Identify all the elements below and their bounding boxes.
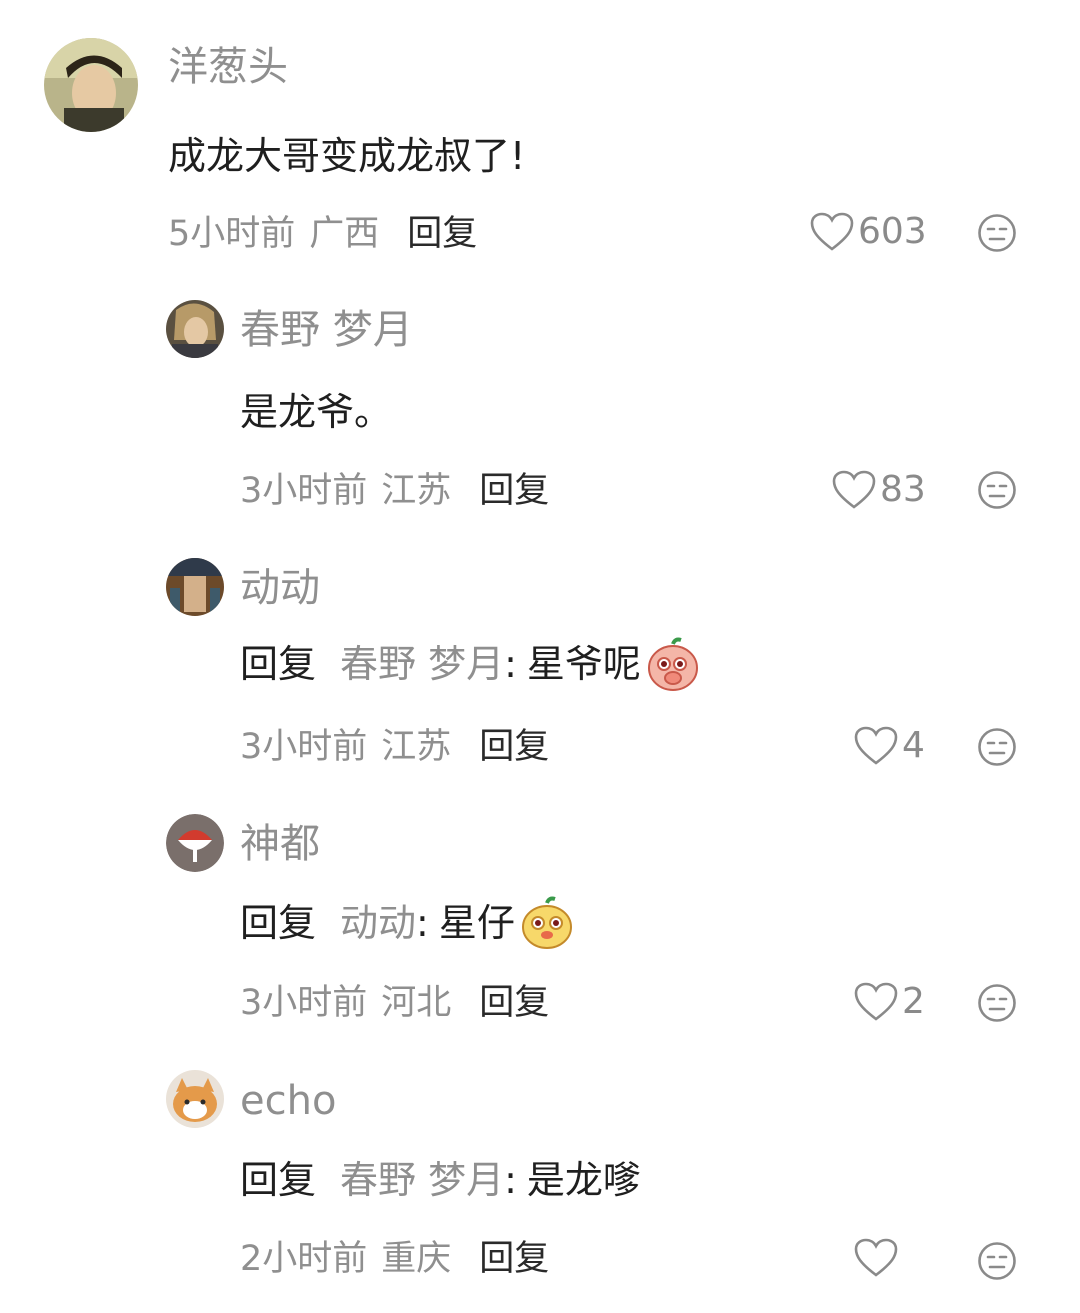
username[interactable]: echo bbox=[240, 1081, 336, 1121]
reply-colon: : bbox=[416, 901, 429, 945]
reply-target-username[interactable]: 春野 梦月 bbox=[340, 645, 504, 683]
heart-outline-icon bbox=[854, 726, 898, 765]
avatar[interactable] bbox=[44, 38, 138, 132]
heart-outline-icon bbox=[854, 982, 898, 1021]
location: 江苏 bbox=[381, 727, 452, 767]
meh-face-icon bbox=[978, 214, 1016, 252]
like-count: 603 bbox=[858, 211, 927, 252]
location: 河北 bbox=[381, 983, 452, 1023]
reply-prefix: 回复 bbox=[240, 642, 317, 686]
dislike-button[interactable] bbox=[977, 727, 1017, 767]
comment-text-body: 星仔 bbox=[438, 901, 515, 945]
timestamp: 2小时前 bbox=[240, 1239, 368, 1279]
avatar[interactable] bbox=[166, 300, 224, 358]
comment-meta: 2小时前 重庆 回复 bbox=[240, 1242, 549, 1277]
comment-text: 回复 动动 : 星仔 bbox=[240, 895, 575, 951]
location: 重庆 bbox=[381, 1239, 452, 1279]
location: 江苏 bbox=[381, 471, 452, 511]
username[interactable]: 洋葱头 bbox=[168, 47, 288, 87]
heart-outline-icon bbox=[854, 1238, 898, 1277]
comment-text: 回复 春野 梦月 : 是龙嗲 bbox=[240, 1161, 641, 1199]
reply-button[interactable]: 回复 bbox=[407, 217, 477, 252]
reply-item: 神都 回复 动动 : 星仔 3小时前 河北 回复 2 bbox=[0, 800, 1080, 1055]
username[interactable]: 春野 梦月 bbox=[240, 310, 413, 350]
reply-item: echo 回复 春野 梦月 : 是龙嗲 2小时前 重庆 回复 bbox=[0, 1055, 1080, 1313]
comment-meta: 3小时前 江苏 回复 bbox=[240, 474, 549, 509]
avatar[interactable] bbox=[166, 1070, 224, 1128]
reply-button[interactable]: 回复 bbox=[479, 474, 549, 509]
comment-text: 是龙爷。 bbox=[240, 393, 392, 431]
location: 广西 bbox=[309, 214, 380, 254]
comment-meta: 3小时前 江苏 回复 bbox=[240, 730, 549, 765]
reply-colon: : bbox=[504, 642, 517, 686]
dislike-button[interactable] bbox=[977, 213, 1017, 253]
reply-prefix: 回复 bbox=[240, 1158, 317, 1202]
comment-text-body: 是龙爷。 bbox=[240, 390, 393, 434]
heart-outline-icon bbox=[810, 212, 854, 251]
meh-face-icon bbox=[978, 1242, 1016, 1280]
username[interactable]: 神都 bbox=[240, 824, 320, 864]
like-count: 83 bbox=[880, 469, 926, 510]
avatar[interactable] bbox=[166, 814, 224, 872]
comment-text: 成龙大哥变成龙叔了! bbox=[168, 137, 525, 175]
like-button[interactable]: 83 bbox=[832, 470, 926, 510]
like-button[interactable]: 603 bbox=[810, 212, 927, 252]
timestamp: 5小时前 bbox=[168, 214, 296, 254]
timestamp: 3小时前 bbox=[240, 471, 368, 511]
dislike-button[interactable] bbox=[977, 1241, 1017, 1281]
peach-covering-mouth-emoji bbox=[645, 636, 701, 692]
comment-text-body: 是龙嗲 bbox=[526, 1158, 641, 1202]
reply-target-username[interactable]: 春野 梦月 bbox=[340, 1161, 504, 1199]
yellow-dog-face-emoji bbox=[519, 895, 575, 951]
meh-face-icon bbox=[978, 728, 1016, 766]
reply-button[interactable]: 回复 bbox=[479, 730, 549, 765]
username[interactable]: 动动 bbox=[240, 568, 320, 608]
reply-colon: : bbox=[504, 1158, 517, 1202]
comment-text-body: 成龙大哥变成龙叔了! bbox=[168, 134, 526, 178]
reply-button[interactable]: 回复 bbox=[479, 1242, 549, 1277]
dislike-button[interactable] bbox=[977, 983, 1017, 1023]
comment-meta: 5小时前 广西 回复 bbox=[168, 217, 477, 252]
reply-item: 动动 回复 春野 梦月 : 星爷呢 3小时前 江苏 回复 4 bbox=[0, 540, 1080, 800]
like-button[interactable]: 4 bbox=[854, 726, 925, 766]
reply-prefix: 回复 bbox=[240, 901, 317, 945]
meh-face-icon bbox=[978, 984, 1016, 1022]
reply-item: 春野 梦月 是龙爷。 3小时前 江苏 回复 83 bbox=[0, 280, 1080, 540]
timestamp: 3小时前 bbox=[240, 983, 368, 1023]
like-button[interactable]: 2 bbox=[854, 982, 925, 1022]
comment-text-body: 星爷呢 bbox=[526, 642, 641, 686]
like-button[interactable] bbox=[854, 1238, 902, 1278]
comment-meta: 3小时前 河北 回复 bbox=[240, 986, 549, 1021]
comment-item: 洋葱头 成龙大哥变成龙叔了! 5小时前 广西 回复 603 bbox=[0, 0, 1080, 280]
timestamp: 3小时前 bbox=[240, 727, 368, 767]
heart-outline-icon bbox=[832, 470, 876, 509]
reply-target-username[interactable]: 动动 bbox=[340, 904, 416, 942]
meh-face-icon bbox=[978, 471, 1016, 509]
avatar[interactable] bbox=[166, 558, 224, 616]
like-count: 4 bbox=[902, 725, 925, 766]
dislike-button[interactable] bbox=[977, 470, 1017, 510]
comment-text: 回复 春野 梦月 : 星爷呢 bbox=[240, 636, 701, 692]
reply-button[interactable]: 回复 bbox=[479, 986, 549, 1021]
like-count: 2 bbox=[902, 981, 925, 1022]
